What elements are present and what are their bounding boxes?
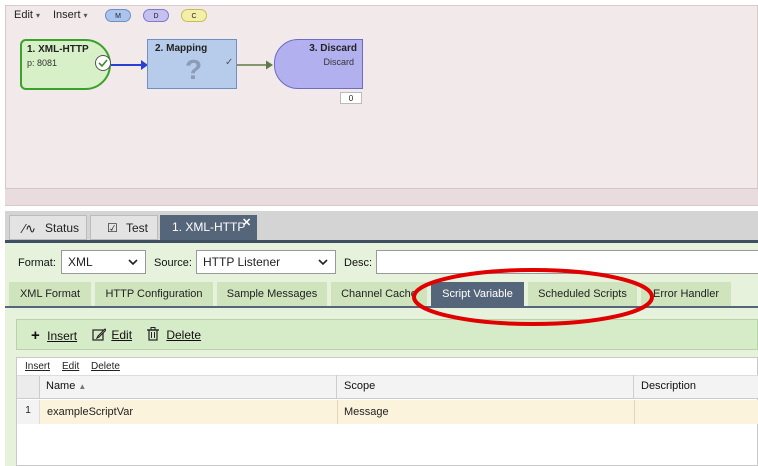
edit-button[interactable]: Edit: [92, 327, 132, 342]
tab-status[interactable]: ⁄∿ Status: [9, 215, 87, 240]
plus-icon: +: [31, 327, 40, 344]
cell-divider: [634, 400, 635, 424]
insert-button[interactable]: + Insert: [31, 327, 77, 344]
mode-pill-m[interactable]: M: [105, 9, 131, 22]
check-circle-icon: [95, 55, 111, 71]
question-mark-icon: ?: [185, 54, 203, 85]
pulse-icon: ⁄∿: [23, 221, 37, 236]
grid-insert-link[interactable]: Insert: [25, 361, 50, 372]
subtab-http-configuration[interactable]: HTTP Configuration: [95, 282, 213, 306]
chevron-down-icon: [128, 259, 138, 266]
pencil-icon: [92, 328, 107, 341]
edit-menu[interactable]: Edit ▾: [14, 9, 40, 21]
source-label: Source:: [154, 257, 192, 269]
format-select[interactable]: XML: [61, 250, 146, 274]
column-header-description[interactable]: Description: [635, 375, 758, 399]
node-mapping[interactable]: 2. Mapping ? ✓: [147, 39, 237, 89]
tab-xml-http[interactable]: 1. XML-HTTP ✕: [160, 215, 257, 240]
insert-menu[interactable]: Insert ▾: [53, 9, 88, 21]
node-subtitle: Discard: [323, 57, 354, 67]
checkbox-icon: ☑: [107, 221, 118, 235]
chevron-down-icon: ▾: [35, 11, 40, 20]
column-header-scope[interactable]: Scope: [338, 375, 634, 399]
row-number-header: [17, 376, 40, 398]
trash-icon: [147, 327, 159, 341]
format-label: Format:: [18, 257, 56, 269]
node-discard[interactable]: 3. Discard Discard: [274, 39, 363, 89]
check-icon: ✓: [225, 57, 234, 68]
connector-arrow: [237, 60, 273, 70]
mode-pill-d[interactable]: D: [143, 9, 169, 22]
sort-ascending-icon: ▲: [78, 382, 87, 391]
column-header-name[interactable]: Name ▲: [40, 375, 337, 399]
connector-arrow: [111, 60, 148, 70]
annotation-ellipse: [412, 268, 654, 326]
source-select[interactable]: HTTP Listener: [196, 250, 336, 274]
workflow-canvas[interactable]: [5, 5, 758, 206]
cell-divider: [337, 400, 338, 424]
message-count-badge: 0: [340, 92, 362, 104]
delete-button[interactable]: Delete: [147, 327, 201, 342]
subtab-sample-messages[interactable]: Sample Messages: [217, 282, 327, 306]
grid-delete-link[interactable]: Delete: [91, 361, 120, 372]
cell-scope[interactable]: Message: [344, 400, 389, 424]
tab-test[interactable]: ☑ Test: [90, 215, 158, 240]
node-title: 3. Discard: [309, 43, 357, 54]
chevron-down-icon: ▾: [83, 11, 88, 20]
chevron-down-icon: [318, 259, 328, 266]
canvas-footer-strip: [5, 188, 758, 205]
grid-edit-link[interactable]: Edit: [62, 361, 79, 372]
node-subtitle: p: 8081: [27, 58, 58, 68]
close-icon[interactable]: ✕: [242, 211, 251, 236]
desc-label: Desc:: [344, 257, 373, 269]
node-title: 2. Mapping: [155, 43, 208, 54]
node-title: 1. XML-HTTP: [27, 44, 89, 55]
row-number: 1: [17, 400, 40, 424]
cell-name[interactable]: exampleScriptVar: [47, 400, 133, 424]
mode-pill-c[interactable]: C: [181, 9, 207, 22]
subtab-xml-format[interactable]: XML Format: [9, 282, 91, 306]
